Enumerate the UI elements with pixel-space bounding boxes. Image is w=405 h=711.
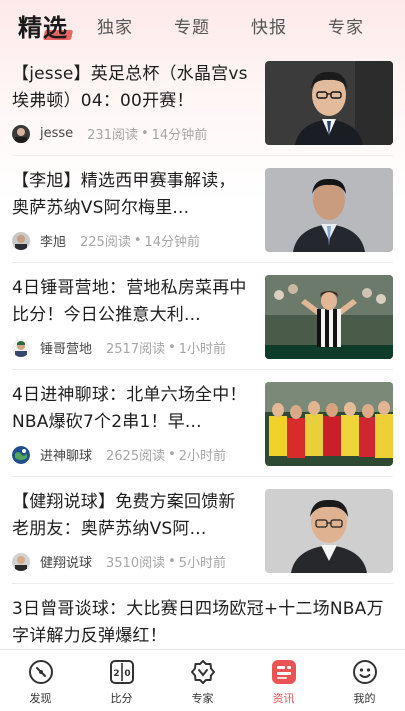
article-title: 4日锤哥营地：营地私房菜再中比分！今日公推意大利... [12,278,247,325]
read-count: 2625阅读 [106,449,166,464]
article-text: 4日锤哥营地：营地私房菜再中比分！今日公推意大利... 锤哥营地 2517阅读 … [12,275,252,369]
read-count: 231阅读 [87,128,138,143]
nav-news-label: 资讯 [272,692,295,705]
publish-time: 14分钟前 [151,128,208,143]
article-text: 【jesse】英足总杯（水晶宫vs埃弗顿）04：00开赛！ jesse 231阅… [12,61,252,155]
football-team-photo[interactable] [265,382,393,466]
author-avatar[interactable] [12,124,30,143]
publish-time: 1小时前 [178,342,227,357]
app-screen: 精选 独家 专题 快报 专家 【jesse】英足总杯（水晶宫vs埃弗顿）04：0… [0,0,405,711]
author-avatar[interactable] [12,338,30,357]
meta-separator: • [168,340,176,355]
article-meta: 锤哥营地 2517阅读 • 1小时前 [12,338,252,357]
nav-expert-label: 专家 [191,692,214,705]
article-title: 【李旭】精选西甲赛事解读，奥萨苏纳VS阿尔梅里... [12,171,236,218]
svg-text:2: 2 [113,669,119,679]
profile-icon [352,660,377,684]
article-title: 【jesse】英足总杯（水晶宫vs埃弗顿）04：00开赛！ [12,64,248,111]
author-avatar[interactable] [12,445,30,464]
article-item[interactable]: 【李旭】精选西甲赛事解读，奥萨苏纳VS阿尔梅里... 李旭 225阅读 • 14… [12,156,393,263]
article-text: 【健翔说球】免费方案回馈新老朋友：奥萨苏纳VS阿... 健翔说球 3510阅读 … [12,489,252,583]
svg-text:0: 0 [124,669,130,679]
tab-featured-label: 精选 [18,13,68,42]
tab-featured[interactable]: 精选 [18,8,74,43]
tab-flash-news[interactable]: 快报 [251,13,287,38]
article-meta: 李旭 225阅读 • 14分钟前 [12,231,252,250]
read-count: 3510阅读 [106,556,166,571]
article-title: 4日进神聊球：北单六场全中！NBA爆砍7个2串1！早... [12,385,247,432]
tab-exclusive-label: 独家 [97,17,133,38]
top-tab-bar: 精选 独家 专题 快报 专家 [0,0,405,50]
publish-time: 14分钟前 [144,235,201,250]
author-name[interactable]: 进神聊球 [40,445,92,464]
read-count: 225阅读 [80,235,131,250]
meta-separator: • [168,447,176,462]
article-item[interactable]: 【jesse】英足总杯（水晶宫vs埃弗顿）04：00开赛！ jesse 231阅… [12,50,393,156]
tab-exclusive[interactable]: 独家 [97,13,133,38]
nav-news[interactable]: 资讯 [249,658,319,706]
meta-separator: • [168,554,176,569]
author-avatar[interactable] [12,231,30,250]
author-name[interactable]: jesse [40,126,73,141]
article-title: 【健翔说球】免费方案回馈新老朋友：奥萨苏纳VS阿... [12,492,236,539]
tab-topics[interactable]: 专题 [174,13,210,38]
article-item[interactable]: 【健翔说球】免费方案回馈新老朋友：奥萨苏纳VS阿... 健翔说球 3510阅读 … [12,477,393,584]
article-item[interactable]: 4日进神聊球：北单六场全中！NBA爆砍7个2串1！早... 进神聊球 2625阅… [12,370,393,477]
score-icon: 2 0 [109,660,134,684]
article-text: 4日进神聊球：北单六场全中！NBA爆砍7个2串1！早... 进神聊球 2625阅… [12,382,252,476]
footballer-celebrating-photo[interactable] [265,275,393,359]
nav-discover[interactable]: 发现 [6,658,76,706]
article-title: 3日曾哥谈球：大比赛日四场欧冠+十二场NBA万字详解力反弹爆红！ [12,599,384,646]
author-avatar[interactable] [12,552,30,571]
nav-score[interactable]: 2 0 比分 [87,658,157,706]
meta-separator: • [140,126,149,141]
tab-experts[interactable]: 专家 [328,13,364,38]
man-portrait-photo[interactable] [265,168,393,252]
author-name[interactable]: 锤哥营地 [40,338,92,357]
article-meta: jesse 231阅读 • 14分钟前 [12,124,252,143]
tab-flash-news-label: 快报 [251,17,287,38]
nav-profile[interactable]: 我的 [330,658,400,706]
nav-expert[interactable]: 专家 [168,658,238,706]
nav-discover-label: 发现 [29,692,52,705]
article-feed: 【jesse】英足总杯（水晶宫vs埃弗顿）04：00开赛！ jesse 231阅… [0,50,405,664]
article-text: 【李旭】精选西甲赛事解读，奥萨苏纳VS阿尔梅里... 李旭 225阅读 • 14… [12,168,252,262]
article-meta: 进神聊球 2625阅读 • 2小时前 [12,445,252,464]
author-name[interactable]: 李旭 [40,231,66,250]
publish-time: 2小时前 [178,449,227,464]
publish-time: 5小时前 [178,556,227,571]
meta-separator: • [133,233,142,248]
read-count: 2517阅读 [106,342,166,357]
expert-badge-icon [190,660,215,684]
author-name[interactable]: 健翔说球 [40,552,92,571]
bottom-navigation: 发现 2 0 比分 专家 资讯 我的 [0,649,405,711]
discover-icon [28,660,53,684]
tab-experts-label: 专家 [328,17,364,38]
article-item[interactable]: 4日锤哥营地：营地私房菜再中比分！今日公推意大利... 锤哥营地 2517阅读 … [12,263,393,370]
tab-topics-label: 专题 [174,17,210,38]
nav-profile-label: 我的 [353,692,376,705]
news-icon [271,660,296,684]
nav-score-label: 比分 [110,692,133,705]
man-in-suit-photo[interactable] [265,61,393,145]
man-glasses-photo[interactable] [265,489,393,573]
article-meta: 健翔说球 3510阅读 • 5小时前 [12,552,252,571]
